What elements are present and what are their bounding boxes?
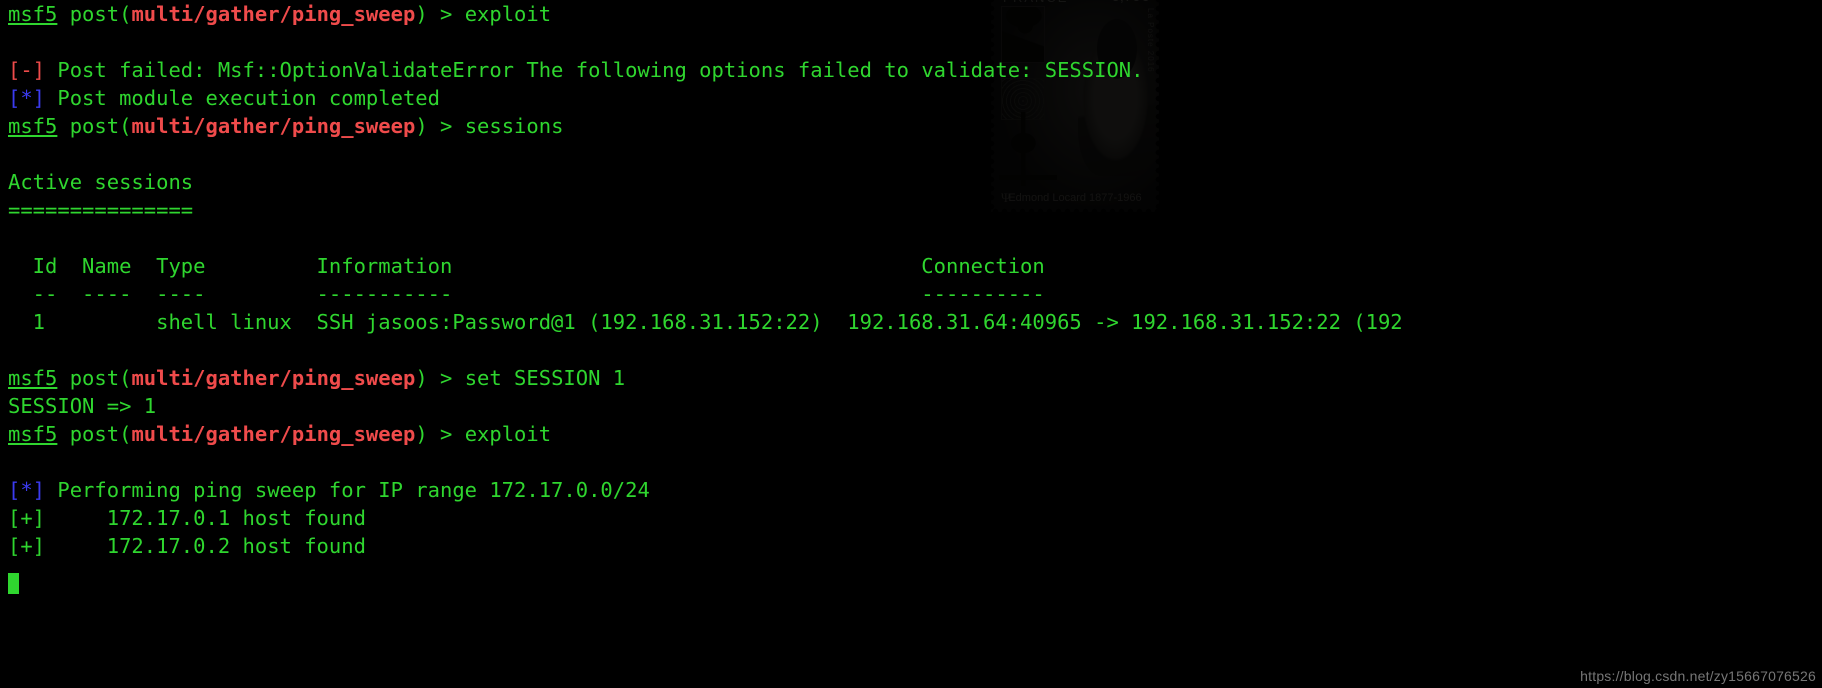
status-text: Post module execution completed bbox=[45, 86, 440, 110]
status-tag: [-] bbox=[8, 58, 46, 82]
status-text: Post failed: Msf::OptionValidateError Th… bbox=[45, 58, 1144, 82]
prompt-module-open: post( bbox=[57, 422, 132, 446]
console-prompt-line: msf5 post(multi/gather/ping_sweep) > set… bbox=[8, 364, 1822, 392]
prompt-module-path: multi/gather/ping_sweep bbox=[131, 366, 416, 390]
prompt-module-open: post( bbox=[57, 2, 132, 26]
prompt-command: exploit bbox=[464, 422, 552, 446]
console-status-line: [+] 172.17.0.1 host found bbox=[8, 504, 1822, 532]
console-status-line: [-] Post failed: Msf::OptionValidateErro… bbox=[8, 56, 1822, 84]
console-text-line: Active sessions bbox=[8, 170, 194, 194]
status-text: Performing ping sweep for IP range 172.1… bbox=[45, 478, 650, 502]
status-tag: [*] bbox=[8, 478, 46, 502]
prompt-module-path: multi/gather/ping_sweep bbox=[131, 422, 416, 446]
console-text-line: Id Name Type Information Connection bbox=[8, 254, 1045, 278]
terminal-window[interactable]: FRANCE 0,70€ La Poste 2016 Ψ Edmond Loca… bbox=[0, 0, 1822, 688]
prompt-host: msf5 bbox=[8, 366, 58, 390]
prompt-module-close: ) > bbox=[415, 422, 465, 446]
prompt-command: sessions bbox=[464, 114, 564, 138]
prompt-module-close: ) > bbox=[415, 2, 465, 26]
console-text-line: =============== bbox=[8, 198, 194, 222]
status-tag: [*] bbox=[8, 86, 46, 110]
prompt-module-path: multi/gather/ping_sweep bbox=[131, 2, 416, 26]
console-output[interactable]: msf5 post(multi/gather/ping_sweep) > exp… bbox=[0, 0, 1822, 560]
console-text-line: -- ---- ---- ----------- ---------- bbox=[8, 282, 1045, 306]
status-text: 172.17.0.1 host found bbox=[45, 506, 366, 530]
console-status-line: [+] 172.17.0.2 host found bbox=[8, 532, 1822, 560]
console-text-line: SESSION => 1 bbox=[8, 394, 157, 418]
console-prompt-line: msf5 post(multi/gather/ping_sweep) > exp… bbox=[8, 420, 1822, 448]
prompt-host: msf5 bbox=[8, 422, 58, 446]
prompt-host: msf5 bbox=[8, 114, 58, 138]
prompt-host: msf5 bbox=[8, 2, 58, 26]
prompt-command: exploit bbox=[464, 2, 552, 26]
console-status-line: [*] Post module execution completed bbox=[8, 84, 1822, 112]
prompt-module-close: ) > bbox=[415, 366, 465, 390]
console-prompt-line: msf5 post(multi/gather/ping_sweep) > ses… bbox=[8, 112, 1822, 140]
console-text-line: 1 shell linux SSH jasoos:Password@1 (192… bbox=[8, 310, 1403, 334]
status-text: 172.17.0.2 host found bbox=[45, 534, 366, 558]
prompt-module-open: post( bbox=[57, 366, 132, 390]
prompt-module-open: post( bbox=[57, 114, 132, 138]
terminal-cursor bbox=[8, 573, 19, 594]
console-prompt-line: msf5 post(multi/gather/ping_sweep) > exp… bbox=[8, 0, 1822, 28]
prompt-module-close: ) > bbox=[415, 114, 465, 138]
status-tag: [+] bbox=[8, 534, 46, 558]
prompt-module-path: multi/gather/ping_sweep bbox=[131, 114, 416, 138]
status-tag: [+] bbox=[8, 506, 46, 530]
prompt-command: set SESSION 1 bbox=[464, 366, 626, 390]
console-status-line: [*] Performing ping sweep for IP range 1… bbox=[8, 476, 1822, 504]
csdn-blog-watermark: https://blog.csdn.net/zy15667076526 bbox=[1580, 668, 1816, 684]
